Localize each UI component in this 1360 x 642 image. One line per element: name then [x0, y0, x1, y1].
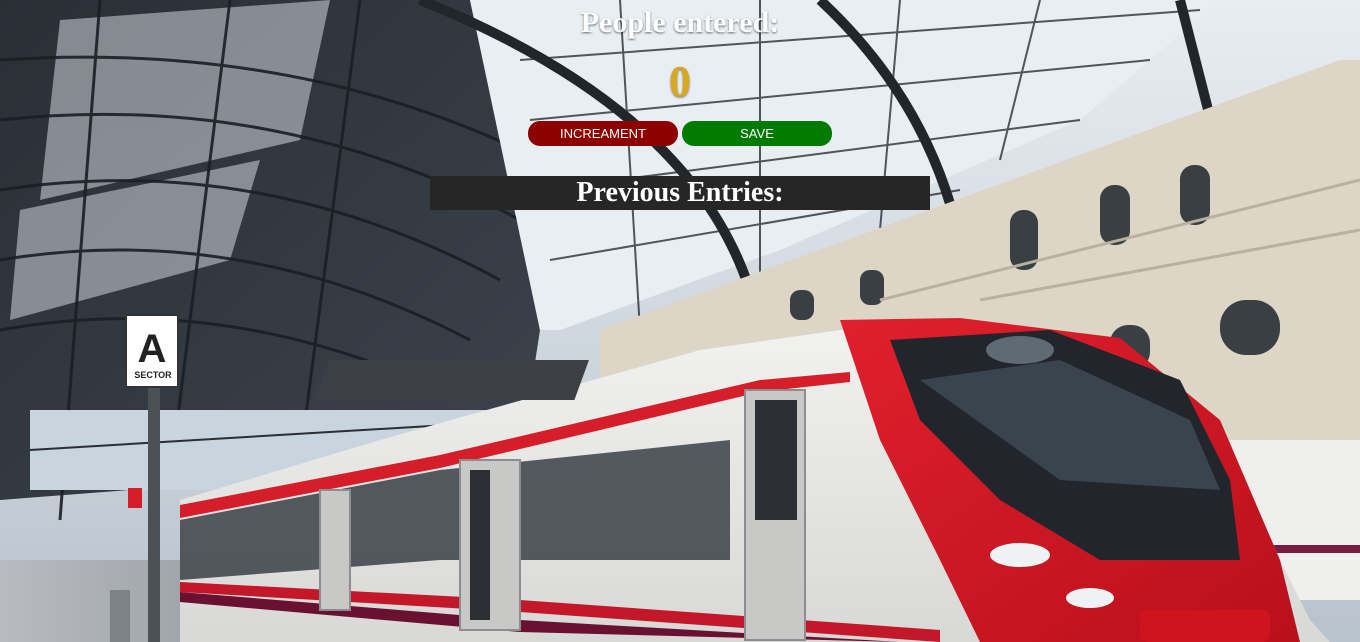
page-title: People entered: [580, 6, 780, 39]
sector-sign-letter: A [138, 327, 167, 371]
sector-sign-caption: SECTOR [134, 370, 172, 380]
people-count: 0 [669, 57, 691, 106]
increment-button[interactable]: INCREAMENT [528, 121, 678, 146]
previous-entries-heading: Previous Entries: [430, 176, 930, 210]
save-button[interactable]: SAVE [682, 121, 832, 146]
